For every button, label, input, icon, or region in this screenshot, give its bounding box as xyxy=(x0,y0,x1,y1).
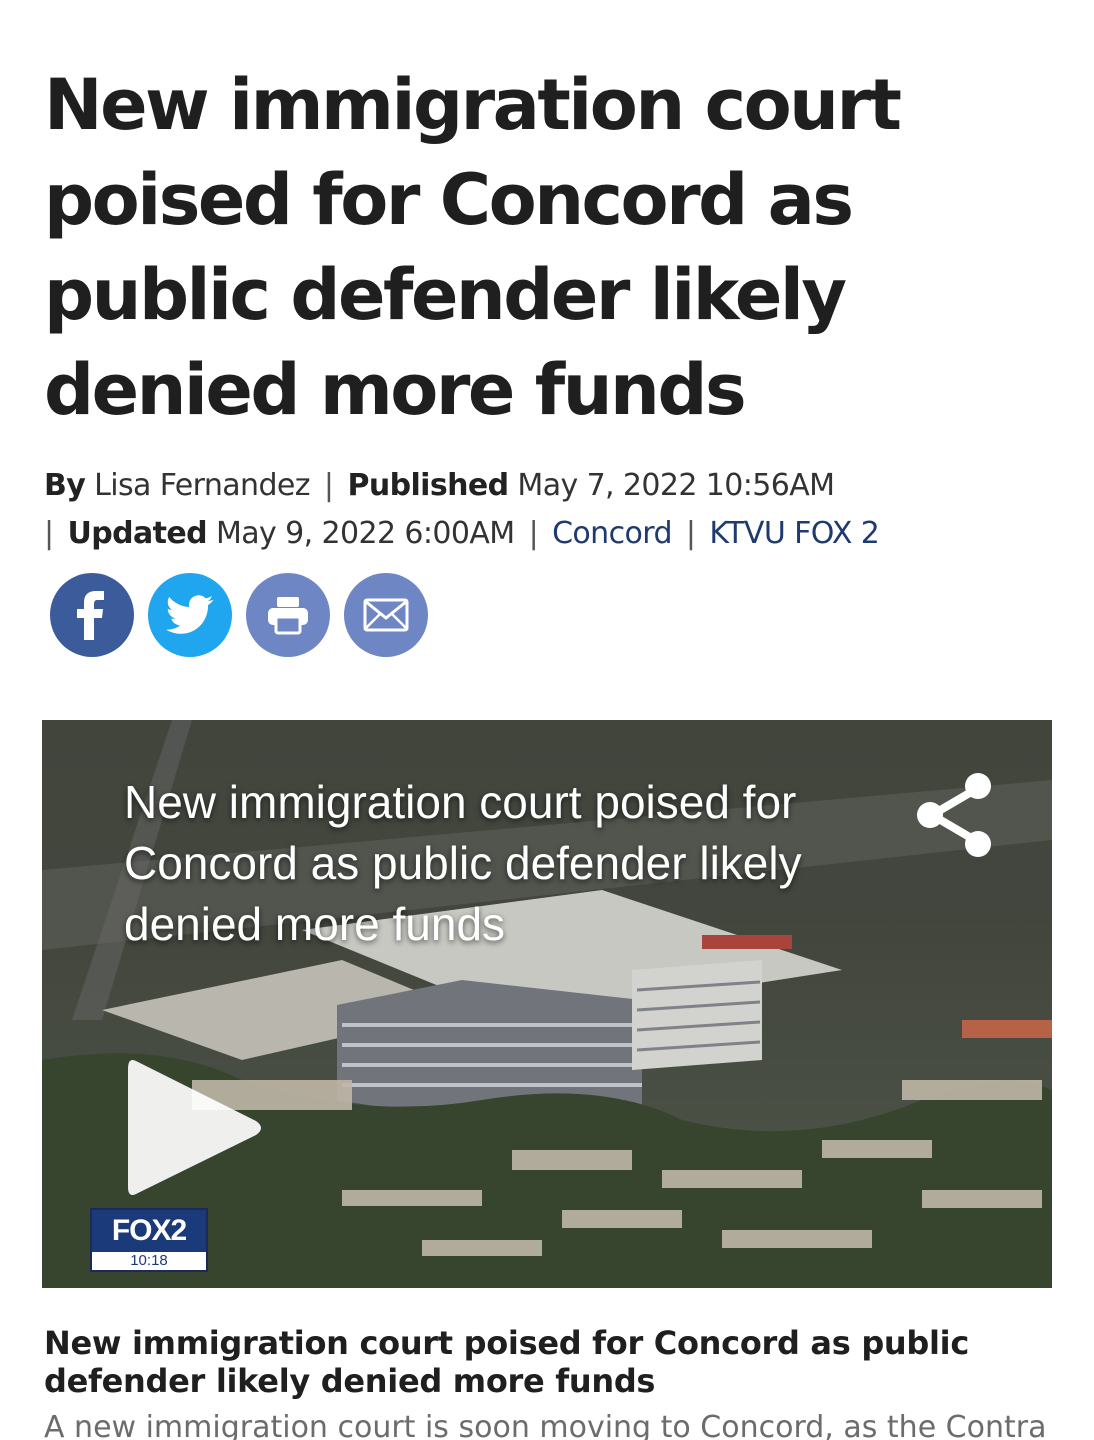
facebook-icon xyxy=(77,591,104,640)
share-icon xyxy=(917,773,991,857)
article-lede: A new immigration court is soon moving t… xyxy=(44,1410,1047,1440)
category-link[interactable]: Concord xyxy=(552,516,672,551)
byline-separator: | xyxy=(44,516,54,551)
byline-line-1: By Lisa Fernandez | Published May 7, 2022 … xyxy=(44,462,1054,510)
twitter-bird-icon xyxy=(166,595,214,634)
published-label: Published xyxy=(347,468,509,503)
byline-separator: | xyxy=(685,516,696,551)
article-headline: New immigration court poised for Concord… xyxy=(44,64,902,431)
fox2-logo: FOX2 xyxy=(92,1210,206,1252)
source-link[interactable]: KTVU FOX 2 xyxy=(709,516,879,551)
byline-separator: | xyxy=(323,468,334,503)
author-name[interactable]: Lisa Fernandez xyxy=(94,468,310,503)
video-share-button[interactable] xyxy=(912,770,996,864)
email-share-button[interactable] xyxy=(344,573,428,657)
envelope-icon xyxy=(363,598,409,632)
printer-icon xyxy=(268,597,308,635)
facebook-share-button[interactable] xyxy=(50,573,134,657)
byline-line-2: | Updated May 9, 2022 6:00AM | Concord | KTVU… xyxy=(44,510,1054,558)
by-label: By xyxy=(44,468,86,503)
twitter-share-button[interactable] xyxy=(148,573,232,657)
article-byline: By Lisa Fernandez | Published May 7, 2022 … xyxy=(44,462,1054,558)
updated-date: May 9, 2022 6:00AM xyxy=(215,516,515,551)
published-date: May 7, 2022 10:56AM xyxy=(517,468,835,503)
play-button[interactable] xyxy=(124,1053,266,1207)
updated-label: Updated xyxy=(67,516,208,551)
play-icon xyxy=(128,1060,261,1195)
video-overlay-title: New immigration court poised for Concord… xyxy=(124,776,802,950)
share-buttons xyxy=(50,573,428,657)
video-duration: 10:18 xyxy=(130,1252,168,1269)
fox2-logo-badge: FOX2 10:18 xyxy=(90,1208,208,1272)
video-player[interactable]: New immigration court poised for Concord… xyxy=(42,720,1052,1288)
byline-separator: | xyxy=(528,516,539,551)
print-button[interactable] xyxy=(246,573,330,657)
video-caption: New immigration court poised for Concord… xyxy=(44,1324,970,1400)
